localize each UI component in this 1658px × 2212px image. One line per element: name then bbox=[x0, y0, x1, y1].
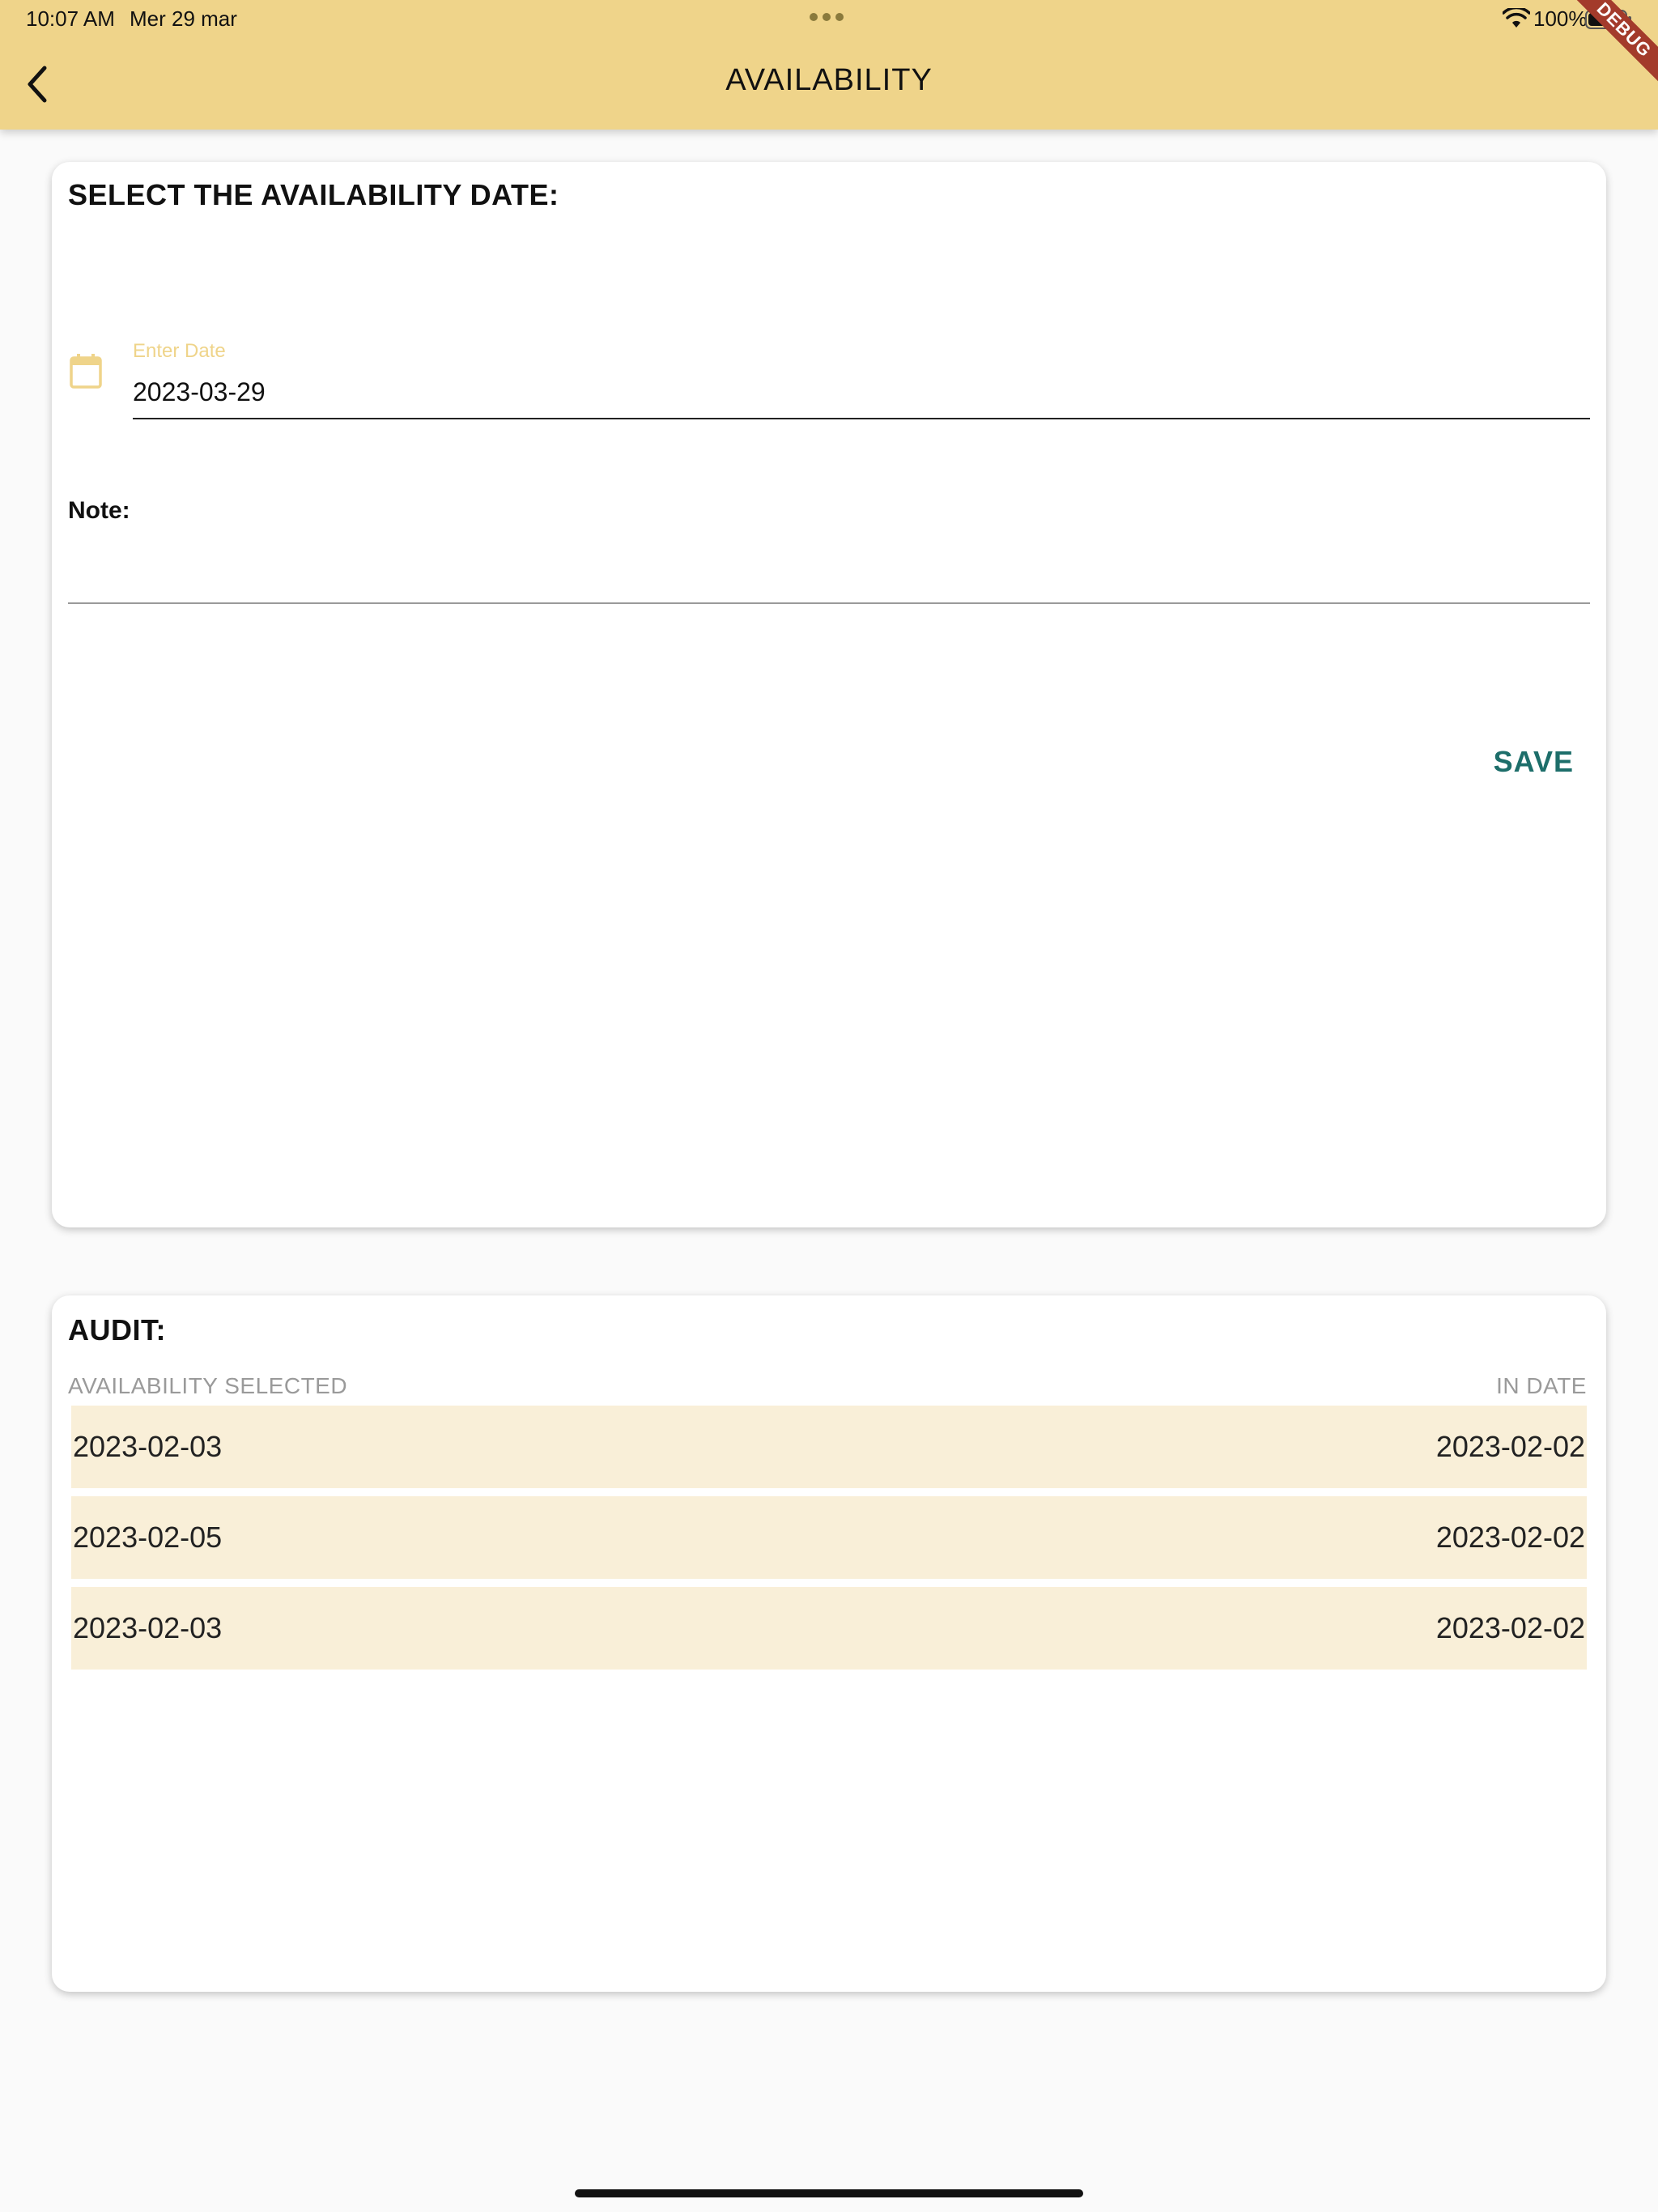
status-date: Mer 29 mar bbox=[130, 6, 237, 31]
column-header-in-date: IN DATE bbox=[1496, 1373, 1587, 1398]
in-date-cell: 2023-02-02 bbox=[1435, 1430, 1585, 1463]
table-row: 2023-02-03 2023-02-02 bbox=[71, 1587, 1587, 1670]
note-label: Note: bbox=[68, 497, 130, 524]
save-button[interactable]: SAVE bbox=[1490, 738, 1577, 785]
screen: 10:07 AM Mer 29 mar 100% AVAILABILITY DE… bbox=[0, 0, 1658, 2212]
availability-selected-cell: 2023-02-03 bbox=[73, 1430, 223, 1463]
table-row: 2023-02-03 2023-02-02 bbox=[71, 1406, 1587, 1488]
multitasking-dots-icon[interactable] bbox=[810, 13, 844, 21]
availability-selected-cell: 2023-02-03 bbox=[73, 1611, 223, 1644]
home-indicator[interactable] bbox=[575, 2189, 1083, 2197]
in-date-cell: 2023-02-02 bbox=[1435, 1521, 1585, 1554]
date-field-label: Enter Date bbox=[133, 340, 226, 362]
availability-section-title: SELECT THE AVAILABILITY DATE: bbox=[68, 178, 559, 211]
status-time: 10:07 AM bbox=[26, 6, 115, 31]
note-field[interactable] bbox=[68, 534, 1590, 604]
calendar-icon[interactable] bbox=[70, 353, 102, 389]
in-date-cell: 2023-02-02 bbox=[1435, 1611, 1585, 1644]
date-field[interactable] bbox=[133, 366, 1590, 419]
wifi-icon bbox=[1503, 8, 1530, 28]
battery-percent: 100% bbox=[1533, 6, 1588, 31]
audit-card: AUDIT: AVAILABILITY SELECTED IN DATE 202… bbox=[52, 1295, 1606, 1992]
audit-section-title: AUDIT: bbox=[68, 1313, 166, 1346]
availability-card: SELECT THE AVAILABILITY DATE: Enter Date… bbox=[52, 162, 1606, 1227]
table-row: 2023-02-05 2023-02-02 bbox=[71, 1496, 1587, 1579]
availability-selected-cell: 2023-02-05 bbox=[73, 1521, 223, 1554]
page-title: AVAILABILITY bbox=[725, 63, 933, 97]
column-header-availability-selected: AVAILABILITY SELECTED bbox=[68, 1373, 348, 1398]
audit-table-header: AVAILABILITY SELECTED IN DATE bbox=[68, 1373, 1587, 1399]
app-bar: 10:07 AM Mer 29 mar 100% AVAILABILITY bbox=[0, 0, 1658, 130]
audit-table-body: 2023-02-03 2023-02-02 2023-02-05 2023-02… bbox=[71, 1406, 1587, 1678]
